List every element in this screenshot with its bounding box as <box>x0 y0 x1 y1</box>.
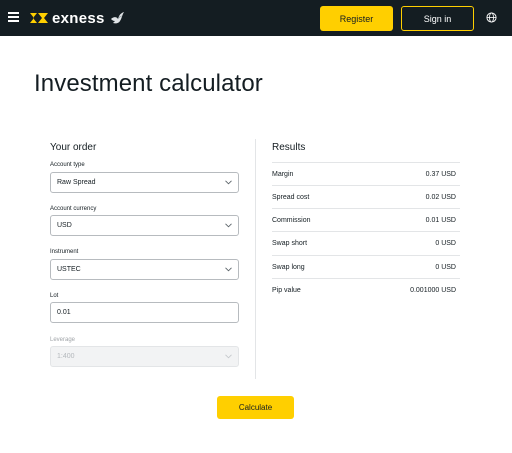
globe-icon[interactable] <box>486 12 497 23</box>
page-title: Investment calculator <box>34 70 263 97</box>
brand-name: exness <box>52 9 105 27</box>
instrument-select[interactable]: USTEC <box>50 259 239 280</box>
brand-logo[interactable]: exness <box>28 8 125 28</box>
lot-value: 0.01 <box>57 309 71 316</box>
account-currency-select[interactable]: USD <box>50 215 239 236</box>
chevron-down-icon <box>225 180 232 185</box>
leverage-value: 1:400 <box>57 353 75 360</box>
account-type-label: Account type <box>50 162 85 168</box>
calculate-button[interactable]: Calculate <box>217 396 294 419</box>
results-row-spread-cost: Spread cost 0.02 USD <box>272 185 460 208</box>
result-label: Spread cost <box>272 193 310 201</box>
column-divider <box>255 139 256 379</box>
result-value: 0.37 USD <box>425 170 456 178</box>
results-row-commission: Commission 0.01 USD <box>272 208 460 231</box>
results-row-margin: Margin 0.37 USD <box>272 162 460 185</box>
account-type-value: Raw Spread <box>57 179 96 186</box>
chevron-down-icon <box>225 354 232 359</box>
exness-logo-mark-icon <box>30 13 48 23</box>
register-button[interactable]: Register <box>320 6 393 31</box>
result-label: Pip value <box>272 286 301 294</box>
result-label: Commission <box>272 216 311 224</box>
result-value: 0 USD <box>435 263 456 271</box>
result-label: Margin <box>272 170 294 178</box>
results-row-swap-short: Swap short 0 USD <box>272 231 460 254</box>
instrument-label: Instrument <box>50 249 79 255</box>
account-currency-value: USD <box>57 222 72 229</box>
instrument-value: USTEC <box>57 266 81 273</box>
result-label: Swap short <box>272 239 308 247</box>
result-value: 0.01 USD <box>425 216 456 224</box>
your-order-heading: Your order <box>50 142 97 153</box>
result-value: 0.001000 USD <box>410 286 456 294</box>
chevron-down-icon <box>225 223 232 228</box>
results-row-pip-value: Pip value 0.001000 USD <box>272 278 460 301</box>
account-type-select[interactable]: Raw Spread <box>50 172 239 193</box>
leverage-label: Leverage <box>50 337 76 343</box>
account-currency-label: Account currency <box>50 206 97 212</box>
chevron-down-icon <box>225 267 232 272</box>
result-value: 0.02 USD <box>425 193 456 201</box>
sign-in-button[interactable]: Sign in <box>401 6 474 31</box>
result-label: Swap long <box>272 263 305 271</box>
lot-input[interactable]: 0.01 <box>50 302 239 323</box>
results-heading: Results <box>272 142 306 153</box>
result-value: 0 USD <box>435 239 456 247</box>
top-navigation-bar: exness Register Sign in <box>0 0 512 36</box>
leverage-select: 1:400 <box>50 346 239 367</box>
results-row-swap-long: Swap long 0 USD <box>272 255 460 278</box>
lot-label: Lot <box>50 293 59 299</box>
dove-icon <box>110 12 124 24</box>
hamburger-menu-icon[interactable] <box>8 12 19 22</box>
